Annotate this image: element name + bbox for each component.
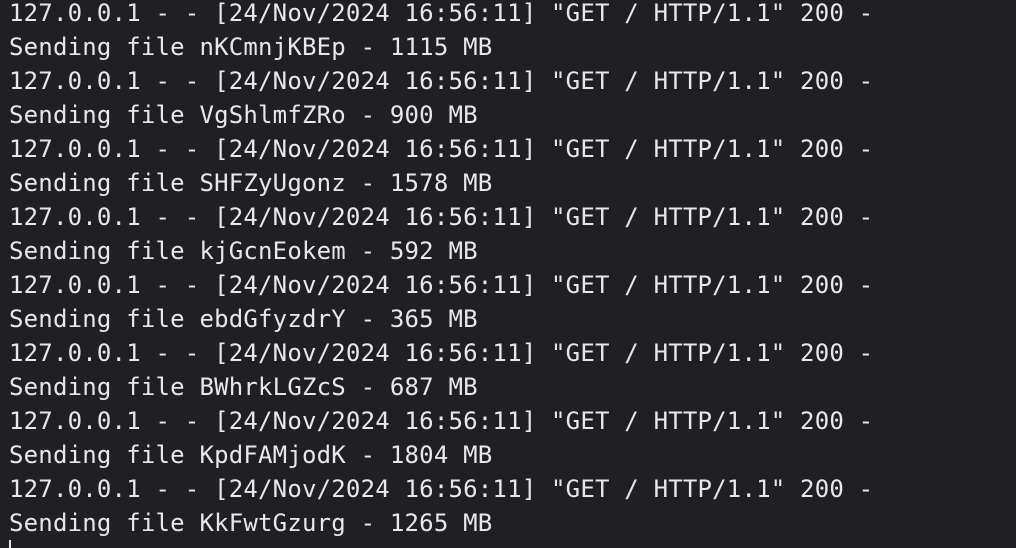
terminal-output: 127.0.0.1 - - [24/Nov/2024 16:56:11] "GE… <box>9 0 1016 540</box>
log-line: Sending file nKCmnjKBEp - 1115 MB <box>9 33 493 61</box>
log-line: Sending file SHFZyUgonz - 1578 MB <box>9 169 493 197</box>
log-line: Sending file KpdFAMjodK - 1804 MB <box>9 441 493 469</box>
terminal-window[interactable]: 127.0.0.1 - - [24/Nov/2024 16:56:11] "GE… <box>0 0 1016 548</box>
log-line: 127.0.0.1 - - [24/Nov/2024 16:56:11] "GE… <box>9 0 874 27</box>
log-line: 127.0.0.1 - - [24/Nov/2024 16:56:11] "GE… <box>9 67 874 95</box>
log-line: 127.0.0.1 - - [24/Nov/2024 16:56:11] "GE… <box>9 203 874 231</box>
text-cursor <box>9 540 11 548</box>
log-line: Sending file KkFwtGzurg - 1265 MB <box>9 509 493 537</box>
log-line: Sending file ebdGfyzdrY - 365 MB <box>9 305 478 333</box>
log-line: 127.0.0.1 - - [24/Nov/2024 16:56:11] "GE… <box>9 475 874 503</box>
log-line: Sending file VgShlmfZRo - 900 MB <box>9 101 478 129</box>
log-line: Sending file kjGcnEokem - 592 MB <box>9 237 478 265</box>
log-line: Sending file BWhrkLGZcS - 687 MB <box>9 373 478 401</box>
log-line: 127.0.0.1 - - [24/Nov/2024 16:56:11] "GE… <box>9 271 874 299</box>
log-line: 127.0.0.1 - - [24/Nov/2024 16:56:11] "GE… <box>9 135 874 163</box>
log-line: 127.0.0.1 - - [24/Nov/2024 16:56:11] "GE… <box>9 339 874 367</box>
log-line: 127.0.0.1 - - [24/Nov/2024 16:56:11] "GE… <box>9 407 874 435</box>
